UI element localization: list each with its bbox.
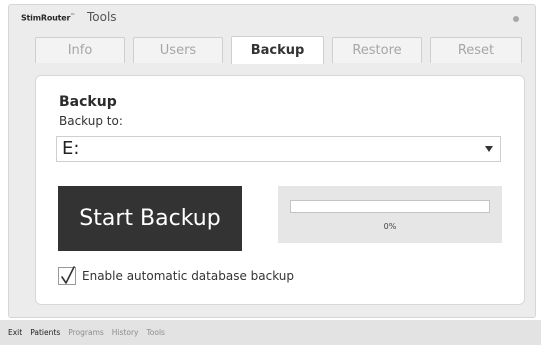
backup-progress-box: 0%: [278, 186, 502, 243]
backup-panel: Backup Backup to: E: Start Backup 0% Ena…: [35, 75, 525, 305]
window-title: Tools: [87, 10, 117, 24]
tab-users[interactable]: Users: [133, 37, 223, 63]
tools-window: StimRouter™ Tools Info Users Backup Rest…: [8, 4, 536, 318]
start-backup-button[interactable]: Start Backup: [58, 186, 242, 251]
dropdown-arrow-icon: [485, 146, 493, 152]
auto-backup-row: Enable automatic database backup: [58, 266, 294, 286]
brand-logo: StimRouter™: [21, 13, 75, 23]
tab-backup[interactable]: Backup: [231, 36, 324, 64]
tab-bar: Info Users Backup Restore Reset: [35, 36, 525, 64]
progress-bar: [290, 200, 490, 213]
backup-drive-select[interactable]: E:: [56, 136, 501, 162]
nav-exit[interactable]: Exit: [8, 328, 22, 337]
backup-to-label: Backup to:: [59, 114, 123, 128]
nav-tools[interactable]: Tools: [146, 328, 164, 337]
brand-name: StimRouter: [21, 13, 71, 23]
nav-history[interactable]: History: [112, 328, 139, 337]
footer-nav-bar: Exit Patients Programs History Tools: [0, 320, 541, 345]
brand-trademark: ™: [70, 13, 76, 19]
progress-percent-text: 0%: [383, 222, 397, 231]
nav-programs[interactable]: Programs: [68, 328, 104, 337]
auto-backup-label: Enable automatic database backup: [82, 269, 295, 283]
title-bar: StimRouter™ Tools: [9, 5, 535, 31]
panel-title: Backup: [59, 94, 117, 110]
backup-drive-value: E:: [62, 138, 80, 159]
window-status-dot[interactable]: [513, 16, 519, 22]
tab-reset[interactable]: Reset: [430, 37, 522, 63]
tab-restore[interactable]: Restore: [332, 37, 422, 63]
tab-info[interactable]: Info: [35, 37, 125, 63]
auto-backup-checkbox[interactable]: [58, 266, 76, 285]
checkmark-icon: [61, 266, 75, 284]
footer-nav: Exit Patients Programs History Tools: [8, 328, 165, 337]
nav-patients[interactable]: Patients: [30, 328, 60, 337]
